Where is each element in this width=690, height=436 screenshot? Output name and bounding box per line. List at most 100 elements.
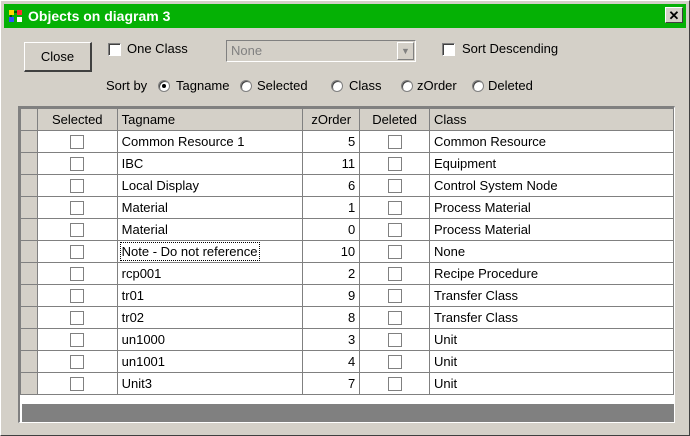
row-header[interactable]	[20, 152, 38, 175]
column-header-tagname[interactable]: Tagname	[116, 108, 304, 131]
selected-checkbox[interactable]	[70, 355, 85, 370]
zorder-cell[interactable]: 6	[302, 174, 361, 197]
table-row[interactable]: Material 1 Process Material	[20, 196, 674, 219]
zorder-cell[interactable]: 11	[302, 152, 361, 175]
column-header-deleted[interactable]: Deleted	[359, 108, 431, 131]
sort-radio-deleted[interactable]	[472, 80, 484, 92]
selected-checkbox[interactable]	[70, 135, 85, 150]
deleted-checkbox[interactable]	[387, 179, 402, 194]
deleted-checkbox[interactable]	[387, 355, 402, 370]
deleted-checkbox[interactable]	[387, 157, 402, 172]
close-button[interactable]: Close	[24, 42, 92, 72]
deleted-cell[interactable]	[359, 350, 431, 373]
zorder-cell[interactable]: 0	[302, 218, 361, 241]
sort-radio-class[interactable]	[331, 80, 343, 92]
zorder-cell[interactable]: 5	[302, 130, 361, 153]
deleted-checkbox[interactable]	[387, 311, 402, 326]
deleted-checkbox[interactable]	[387, 377, 402, 392]
deleted-cell[interactable]	[359, 306, 431, 329]
sort-radio-selected[interactable]	[240, 80, 252, 92]
selected-cell[interactable]	[36, 196, 118, 219]
selected-cell[interactable]	[36, 372, 118, 395]
table-row[interactable]: Material 0 Process Material	[20, 218, 674, 241]
row-header[interactable]	[20, 284, 38, 307]
zorder-cell[interactable]: 9	[302, 284, 361, 307]
table-row[interactable]: IBC 11 Equipment	[20, 152, 674, 175]
sort-radio-zorder[interactable]	[401, 80, 413, 92]
row-header[interactable]	[20, 306, 38, 329]
selected-cell[interactable]	[36, 328, 118, 351]
tagname-cell[interactable]: Material	[116, 218, 304, 241]
selected-cell[interactable]	[36, 284, 118, 307]
class-cell[interactable]: None	[429, 240, 674, 263]
sort-radio-tagname[interactable]	[158, 80, 170, 92]
deleted-cell[interactable]	[359, 196, 431, 219]
zorder-cell[interactable]: 3	[302, 328, 361, 351]
tagname-cell[interactable]: Common Resource 1	[116, 130, 304, 153]
class-cell[interactable]: Transfer Class	[429, 284, 674, 307]
selected-checkbox[interactable]	[70, 289, 85, 304]
table-row[interactable]: rcp001 2 Recipe Procedure	[20, 262, 674, 285]
selected-checkbox[interactable]	[70, 223, 85, 238]
deleted-cell[interactable]	[359, 372, 431, 395]
selected-checkbox[interactable]	[70, 333, 85, 348]
tagname-cell[interactable]: Material	[116, 196, 304, 219]
selected-checkbox[interactable]	[70, 267, 85, 282]
deleted-cell[interactable]	[359, 152, 431, 175]
selected-checkbox[interactable]	[70, 157, 85, 172]
table-row[interactable]: tr02 8 Transfer Class	[20, 306, 674, 329]
deleted-cell[interactable]	[359, 218, 431, 241]
class-combobox[interactable]: None ▼	[226, 40, 416, 62]
row-header[interactable]	[20, 218, 38, 241]
tagname-cell[interactable]: un1000	[116, 328, 304, 351]
chevron-down-icon[interactable]: ▼	[397, 42, 414, 60]
deleted-cell[interactable]	[359, 284, 431, 307]
selected-cell[interactable]	[36, 218, 118, 241]
deleted-cell[interactable]	[359, 328, 431, 351]
selected-checkbox[interactable]	[70, 201, 85, 216]
tagname-cell[interactable]: Note - Do not reference	[116, 240, 304, 263]
selected-cell[interactable]	[36, 130, 118, 153]
class-cell[interactable]: Common Resource	[429, 130, 674, 153]
deleted-cell[interactable]	[359, 174, 431, 197]
class-cell[interactable]: Transfer Class	[429, 306, 674, 329]
column-header-class[interactable]: Class	[429, 108, 674, 131]
tagname-cell[interactable]: IBC	[116, 152, 304, 175]
deleted-checkbox[interactable]	[387, 135, 402, 150]
row-header[interactable]	[20, 174, 38, 197]
selected-cell[interactable]	[36, 262, 118, 285]
class-cell[interactable]: Unit	[429, 350, 674, 373]
class-cell[interactable]: Recipe Procedure	[429, 262, 674, 285]
row-header[interactable]	[20, 328, 38, 351]
selected-cell[interactable]	[36, 174, 118, 197]
tagname-cell[interactable]: rcp001	[116, 262, 304, 285]
selected-checkbox[interactable]	[70, 377, 85, 392]
class-cell[interactable]: Control System Node	[429, 174, 674, 197]
class-cell[interactable]: Process Material	[429, 196, 674, 219]
tagname-cell[interactable]: tr02	[116, 306, 304, 329]
tagname-cell[interactable]: un1001	[116, 350, 304, 373]
selected-cell[interactable]	[36, 350, 118, 373]
table-row[interactable]: Note - Do not reference 10 None	[20, 240, 674, 263]
tagname-cell[interactable]: Unit3	[116, 372, 304, 395]
row-header[interactable]	[20, 262, 38, 285]
selected-checkbox[interactable]	[70, 179, 85, 194]
row-header[interactable]	[20, 240, 38, 263]
sort-descending-checkbox[interactable]	[442, 43, 455, 56]
table-row[interactable]: un1001 4 Unit	[20, 350, 674, 373]
class-cell[interactable]: Process Material	[429, 218, 674, 241]
zorder-cell[interactable]: 8	[302, 306, 361, 329]
deleted-cell[interactable]	[359, 130, 431, 153]
deleted-cell[interactable]	[359, 262, 431, 285]
table-row[interactable]: tr01 9 Transfer Class	[20, 284, 674, 307]
row-header[interactable]	[20, 130, 38, 153]
column-header-selected[interactable]: Selected	[36, 108, 118, 131]
selected-checkbox[interactable]	[70, 245, 85, 260]
deleted-checkbox[interactable]	[387, 223, 402, 238]
row-header[interactable]	[20, 350, 38, 373]
selected-cell[interactable]	[36, 152, 118, 175]
one-class-checkbox[interactable]	[108, 43, 121, 56]
selected-checkbox[interactable]	[70, 311, 85, 326]
zorder-cell[interactable]: 1	[302, 196, 361, 219]
deleted-checkbox[interactable]	[387, 245, 402, 260]
